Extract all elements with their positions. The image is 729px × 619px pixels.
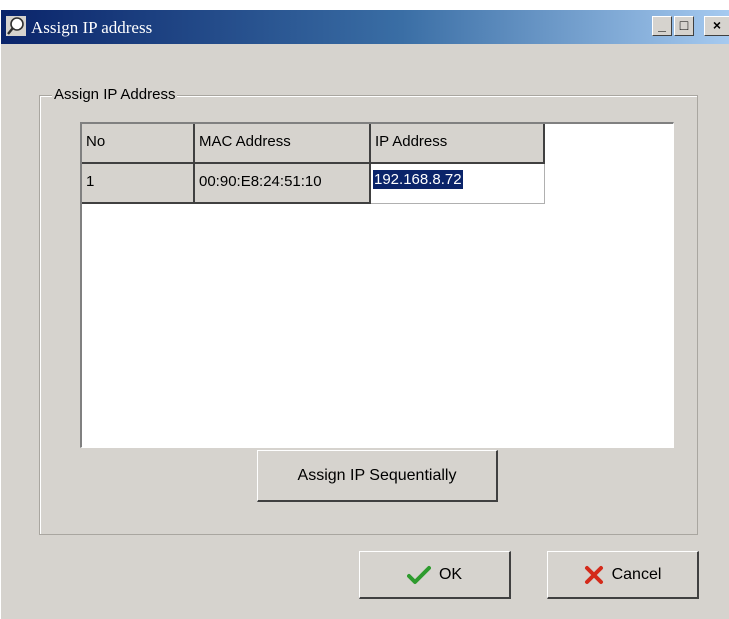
title-bar[interactable]: Assign IP address _ □ × — [1, 10, 729, 44]
ip-address-input[interactable]: 192.168.8.72 — [373, 170, 463, 189]
ok-label: OK — [438, 566, 463, 583]
assign-ip-sequentially-label: Assign IP Sequentially — [297, 467, 457, 484]
minimize-button[interactable]: _ — [652, 16, 672, 36]
row-no-cell[interactable]: 1 — [82, 164, 195, 204]
cancel-button[interactable]: Cancel — [547, 551, 699, 599]
dialog-window: Assign IP address _ □ × Assign IP Addres… — [0, 10, 729, 619]
close-icon: × — [712, 17, 722, 33]
row-mac-cell[interactable]: 00:90:E8:24:51:10 — [195, 164, 371, 204]
column-header-mac[interactable]: MAC Address — [195, 124, 371, 164]
assign-ip-sequentially-button[interactable]: Assign IP Sequentially — [257, 450, 498, 502]
maximize-button[interactable]: □ — [674, 16, 694, 36]
window-title: Assign IP address — [31, 18, 153, 37]
ok-button[interactable]: OK — [359, 551, 511, 599]
ip-edit-cell[interactable]: 192.168.8.72 — [371, 164, 545, 204]
minimize-icon: _ — [658, 17, 666, 33]
close-button[interactable]: × — [704, 16, 729, 36]
column-header-no[interactable]: No — [82, 124, 195, 164]
maximize-icon: □ — [679, 17, 689, 33]
magnifier-icon[interactable] — [6, 16, 26, 36]
column-header-ip[interactable]: IP Address — [371, 124, 545, 164]
checkmark-icon — [406, 552, 431, 597]
cancel-label: Cancel — [611, 566, 662, 583]
groupbox-label: Assign IP Address — [52, 86, 178, 103]
ip-grid[interactable]: No MAC Address IP Address 1 00:90:E8:24:… — [80, 122, 674, 448]
x-icon — [584, 552, 604, 597]
